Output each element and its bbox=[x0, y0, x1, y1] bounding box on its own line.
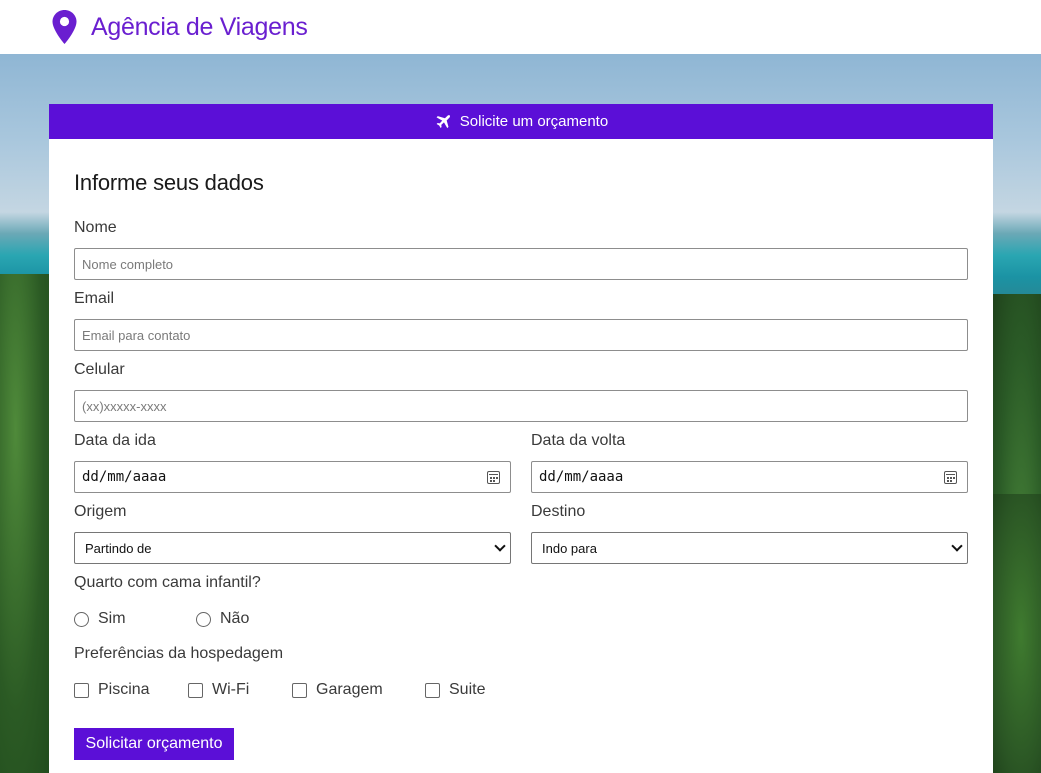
destino-selected: Indo para bbox=[542, 540, 597, 556]
checkbox-wifi[interactable]: Wi-Fi bbox=[188, 681, 249, 699]
submit-button[interactable]: Solicitar orçamento bbox=[74, 728, 234, 760]
chevron-down-icon bbox=[494, 540, 506, 552]
email-input[interactable] bbox=[82, 327, 967, 343]
ida-label: Data da ida bbox=[74, 432, 156, 449]
ida-date-input[interactable]: dd/mm/aaaa bbox=[74, 461, 511, 493]
checkbox-label-piscina: Piscina bbox=[98, 681, 150, 698]
email-field[interactable] bbox=[74, 319, 968, 351]
radio-label-nao: Não bbox=[220, 610, 250, 627]
preferencias-label: Preferências da hospedagem bbox=[74, 645, 284, 662]
top-header: Agência de Viagens bbox=[0, 0, 1041, 54]
radio-button[interactable] bbox=[196, 611, 211, 627]
checkbox-suite[interactable]: Suite bbox=[425, 681, 485, 699]
ida-date-value: dd/mm/aaaa bbox=[82, 469, 167, 485]
quote-banner: Solicite um orçamento bbox=[49, 104, 993, 139]
origem-label: Origem bbox=[74, 503, 127, 520]
nome-field[interactable] bbox=[74, 248, 968, 280]
banner-label: Solicite um orçamento bbox=[459, 113, 609, 130]
nome-input[interactable] bbox=[82, 256, 967, 272]
checkbox-label-wifi: Wi-Fi bbox=[212, 681, 250, 698]
nome-label: Nome bbox=[74, 219, 117, 236]
volta-date-value: dd/mm/aaaa bbox=[539, 469, 624, 485]
checkbox-garagem[interactable]: Garagem bbox=[292, 681, 383, 699]
checkbox-label-garagem: Garagem bbox=[316, 681, 383, 698]
destino-select[interactable]: Indo para bbox=[531, 532, 968, 564]
vegetation-right-lower bbox=[991, 494, 1041, 773]
checkbox[interactable] bbox=[188, 682, 203, 698]
checkbox-piscina[interactable]: Piscina bbox=[74, 681, 150, 699]
origem-selected: Partindo de bbox=[85, 540, 152, 556]
radio-nao[interactable]: Não bbox=[196, 610, 249, 628]
origem-select[interactable]: Partindo de bbox=[74, 532, 511, 564]
site-title: Agência de Viagens bbox=[91, 12, 308, 41]
volta-label: Data da volta bbox=[531, 432, 626, 449]
quarto-label: Quarto com cama infantil? bbox=[74, 574, 261, 591]
radio-sim[interactable]: Sim bbox=[74, 610, 126, 628]
checkbox[interactable] bbox=[74, 682, 89, 698]
map-pin-icon bbox=[52, 10, 77, 44]
celular-label: Celular bbox=[74, 361, 125, 378]
celular-field[interactable] bbox=[74, 390, 968, 422]
calendar-icon[interactable] bbox=[487, 470, 500, 484]
radio-button[interactable] bbox=[74, 611, 89, 627]
checkbox-label-suite: Suite bbox=[449, 681, 486, 698]
celular-input[interactable] bbox=[82, 398, 967, 414]
quote-card: Solicite um orçamento Informe seus dados… bbox=[49, 104, 993, 773]
email-label: Email bbox=[74, 290, 115, 307]
volta-date-input[interactable]: dd/mm/aaaa bbox=[531, 461, 968, 493]
checkbox[interactable] bbox=[292, 682, 307, 698]
form-heading: Informe seus dados bbox=[74, 170, 264, 195]
destino-label: Destino bbox=[531, 503, 586, 520]
calendar-icon[interactable] bbox=[944, 470, 957, 484]
radio-label-sim: Sim bbox=[98, 610, 126, 627]
chevron-down-icon bbox=[951, 540, 963, 552]
checkbox[interactable] bbox=[425, 682, 440, 698]
vegetation-left bbox=[0, 274, 52, 773]
airplane-icon bbox=[436, 114, 450, 128]
brand[interactable]: Agência de Viagens bbox=[52, 10, 308, 44]
